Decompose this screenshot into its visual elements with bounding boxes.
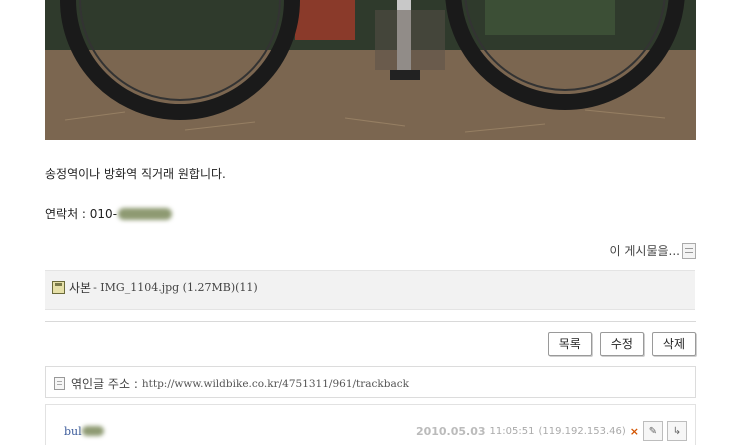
- trackback-box: 엮인글 주소 : http://www.wildbike.co.kr/47513…: [45, 366, 696, 398]
- reply-icon[interactable]: ↳: [667, 421, 687, 441]
- post-body-text: 송정역이나 방화역 직거래 원합니다.: [45, 167, 226, 181]
- redacted-phone: [118, 208, 173, 220]
- post-menu[interactable]: 이 게시물을...: [610, 242, 696, 259]
- attachment-box: 사본 - IMG_1104.jpg (1.27MB)(11): [45, 270, 695, 310]
- comment-author-name[interactable]: bul: [64, 425, 82, 438]
- list-button[interactable]: 목록: [547, 332, 592, 356]
- contact-label: 연락처 : 010-: [45, 207, 118, 221]
- comment-item: bul 2010.05.03 11:05:51 (119.192.153.46)…: [45, 404, 696, 445]
- trackback-row: 엮인글 주소 : http://www.wildbike.co.kr/47513…: [54, 375, 409, 392]
- comment-date: 2010.05.03: [415, 424, 486, 438]
- comment-author[interactable]: bul: [64, 425, 104, 438]
- comment-delete-icon[interactable]: ×: [630, 425, 639, 438]
- list-menu-icon[interactable]: [682, 242, 696, 259]
- contact-line: 연락처 : 010-: [45, 205, 173, 222]
- post-actions: 목록 수정 삭제: [547, 332, 696, 356]
- document-icon: [54, 377, 65, 390]
- comment-meta: 2010.05.03 11:05:51 (119.192.153.46) × ✎…: [416, 421, 687, 441]
- delete-button[interactable]: 삭제: [651, 332, 696, 356]
- divider: [45, 321, 696, 322]
- attachment-row: 사본 - IMG_1104.jpg (1.27MB)(11): [52, 279, 258, 296]
- edit-comment-icon[interactable]: ✎: [643, 421, 663, 441]
- edit-button[interactable]: 수정: [599, 332, 644, 356]
- attachment-label: 사본: [69, 281, 92, 295]
- trackback-url[interactable]: http://www.wildbike.co.kr/4751311/961/tr…: [142, 378, 409, 390]
- post-photo: [45, 0, 696, 140]
- attachment-file-link[interactable]: - IMG_1104.jpg (1.27MB)(11): [93, 281, 258, 294]
- post-body-line: 송정역이나 방화역 직거래 원합니다.: [45, 165, 226, 182]
- post-menu-label[interactable]: 이 게시물을...: [610, 242, 680, 259]
- trackback-label: 엮인글 주소 :: [71, 377, 138, 391]
- disk-icon: [52, 281, 65, 294]
